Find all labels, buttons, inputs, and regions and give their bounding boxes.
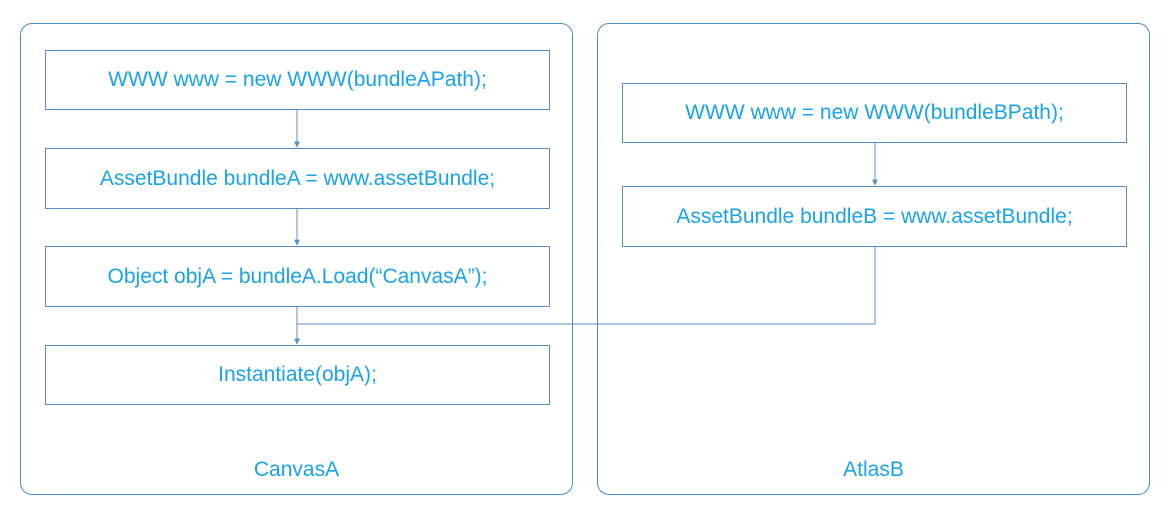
canvas-a-label: CanvasA: [253, 458, 340, 481]
step-asset-bundle-b: AssetBundle bundleB = www.assetBundle;: [622, 186, 1127, 247]
step-www-bundle-b: WWW www = new WWW(bundleBPath);: [622, 83, 1127, 143]
step-instantiate-obj-a: Instantiate(objA);: [45, 345, 550, 405]
step-asset-bundle-a: AssetBundle bundleA = www.assetBundle;: [45, 148, 550, 209]
step-load-canvas-a: Object objA = bundleA.Load(“CanvasA”);: [45, 246, 550, 307]
step-www-bundle-a: WWW www = new WWW(bundleAPath);: [45, 50, 550, 110]
atlas-b-label: AtlasB: [843, 458, 904, 481]
